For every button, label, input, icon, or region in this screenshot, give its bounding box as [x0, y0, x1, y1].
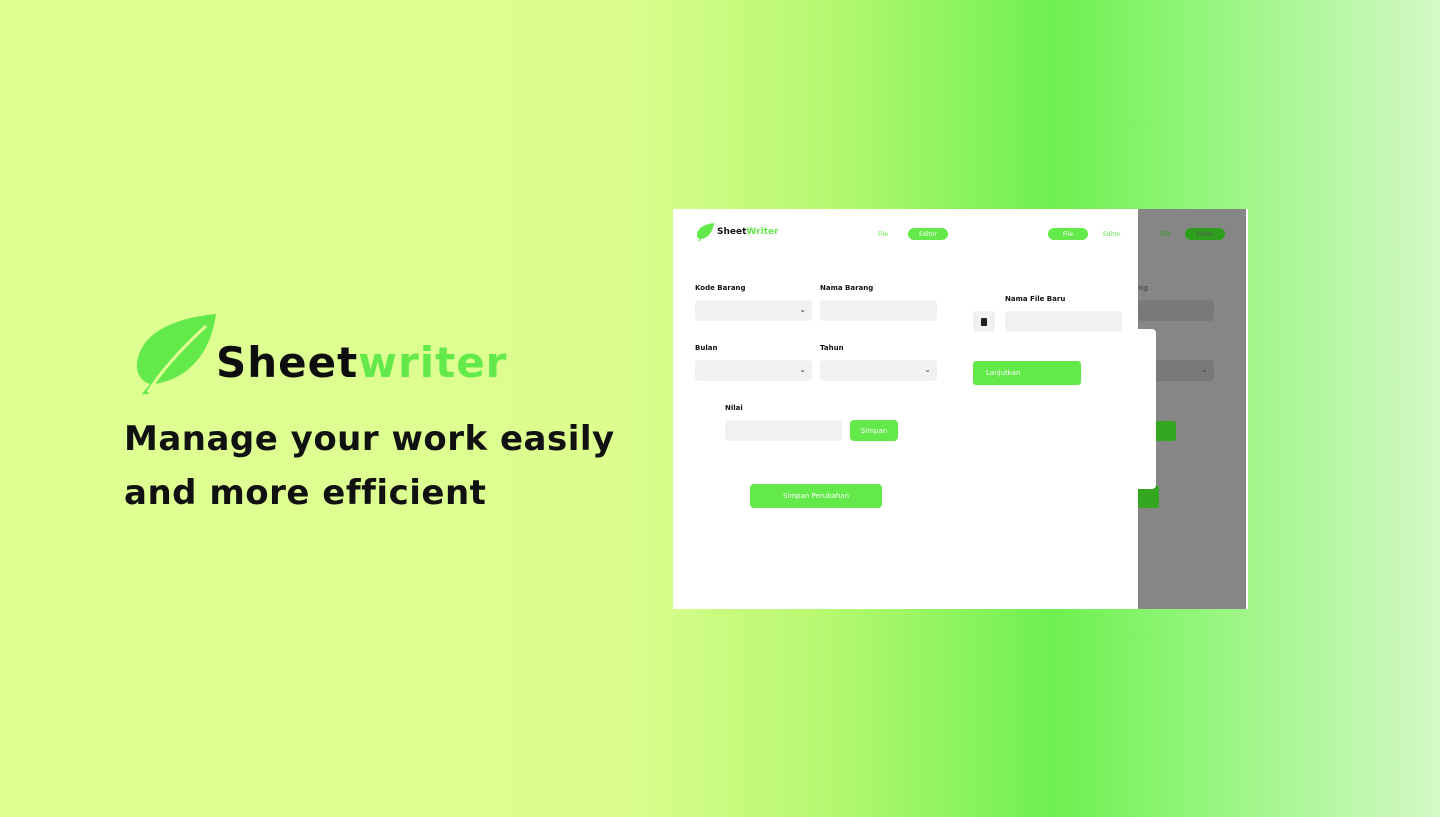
- dimmed-field: [1138, 300, 1214, 321]
- nama-barang-input[interactable]: [820, 300, 937, 321]
- nav-editor[interactable]: Editor: [908, 228, 948, 240]
- logo-part1: Sheet: [717, 227, 747, 237]
- nama-file-baru-label: Nama File Baru: [1005, 295, 1066, 303]
- tagline-line1: Manage your work easily: [124, 419, 615, 459]
- dimmed-label-fragment: ng: [1138, 284, 1148, 292]
- nav-file[interactable]: File: [878, 231, 888, 238]
- chevron-down-icon: ⌄: [924, 365, 931, 374]
- app-logo: SheetWriter: [695, 222, 779, 242]
- nama-barang-label: Nama Barang: [820, 284, 874, 292]
- file-panel-nav-file[interactable]: File: [1048, 228, 1088, 240]
- chevron-down-icon: ⌄: [799, 305, 806, 314]
- hero-tagline: Manage your work easily and more efficie…: [124, 412, 664, 520]
- chevron-down-icon: ⌄: [799, 365, 806, 374]
- nilai-label: Nilai: [725, 404, 743, 412]
- file-panel-nav-editor[interactable]: Editor: [1103, 231, 1121, 238]
- brand-name-part1: Sheet: [216, 338, 359, 387]
- file-icon: [973, 311, 995, 332]
- logo-part2: Writer: [746, 227, 779, 237]
- nilai-input[interactable]: [725, 420, 842, 441]
- kode-barang-select[interactable]: ⌄: [695, 300, 812, 321]
- tahun-label: Tahun: [820, 344, 844, 352]
- dimmed-nav-file: File: [1160, 231, 1171, 238]
- leaf-logo-icon: [136, 314, 216, 394]
- file-panel: [973, 329, 1156, 489]
- app-screenshot: File Editor ng ⌄ SheetWriter File Editor…: [673, 209, 1248, 609]
- document-icon: [981, 317, 987, 326]
- brand-name-part2: writer: [358, 338, 508, 387]
- bulan-select[interactable]: ⌄: [695, 360, 812, 381]
- bulan-label: Bulan: [695, 344, 718, 352]
- nama-file-baru-input[interactable]: [1005, 311, 1122, 332]
- edge-line: [1246, 209, 1248, 609]
- lanjutkan-button[interactable]: Lanjutkan: [973, 361, 1081, 385]
- simpan-perubahan-button[interactable]: Simpan Perubahan: [750, 484, 882, 508]
- chevron-down-icon: ⌄: [1201, 365, 1208, 374]
- kode-barang-label: Kode Barang: [695, 284, 746, 292]
- tahun-select[interactable]: ⌄: [820, 360, 937, 381]
- brand-name: Sheetwriter: [216, 338, 507, 387]
- tagline-line2: and more efficient: [124, 473, 487, 513]
- leaf-icon: [697, 223, 714, 241]
- dimmed-nav-editor: Editor: [1185, 228, 1225, 240]
- simpan-button[interactable]: Simpan: [850, 420, 898, 441]
